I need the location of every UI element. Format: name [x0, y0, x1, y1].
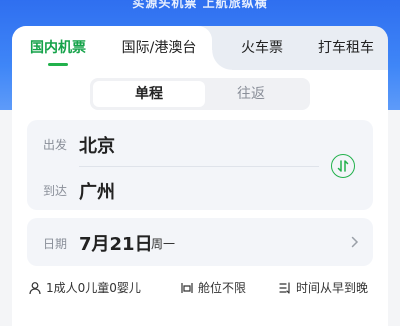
- arrival-label: 到达: [43, 184, 68, 198]
- chevron-right-icon: [351, 236, 359, 248]
- departure-city[interactable]: 北京: [79, 132, 115, 158]
- swap-arrows-icon[interactable]: [331, 154, 355, 178]
- tab-domestic-flights[interactable]: 国内机票: [26, 38, 90, 58]
- date-weekday: 周一: [151, 237, 176, 251]
- tab-train-tickets[interactable]: 火车票: [234, 38, 290, 58]
- sort-filter-label: 时间从早到晚: [296, 281, 369, 295]
- route-divider: [79, 166, 319, 167]
- one-way-option[interactable]: 单程: [93, 81, 205, 107]
- round-trip-option[interactable]: 往返: [195, 81, 307, 107]
- passenger-filter-label: 1成人0儿童0婴儿: [46, 281, 141, 295]
- trip-type-toggle: 单程 往返: [90, 78, 310, 110]
- arrival-city[interactable]: 广州: [79, 178, 115, 204]
- sort-icon: [279, 281, 290, 294]
- seat-icon: [181, 282, 193, 293]
- search-panel: 单程 往返 出发 北京 到达 广州 日期 7月21日 周一 1成人0儿童0婴儿 …: [12, 70, 388, 326]
- cabin-filter-label: 舱位不限: [198, 281, 247, 295]
- departure-label: 出发: [43, 138, 68, 152]
- hero-slogan: 买源头机票 上航旅纵横: [132, 0, 268, 10]
- route-box: 出发 北京 到达 广州: [27, 120, 373, 210]
- sort-filter[interactable]: 时间从早到晚: [278, 279, 368, 296]
- date-label: 日期: [43, 237, 68, 251]
- search-card: 国内机票 国际/港澳台 火车票 打车租车 单程 往返 出发 北京 到达 广州 日…: [12, 26, 388, 326]
- passenger-filter[interactable]: 1成人0儿童0婴儿: [28, 279, 141, 296]
- tab-international-flights[interactable]: 国际/港澳台: [117, 38, 201, 58]
- cabin-filter[interactable]: 舱位不限: [180, 279, 246, 296]
- service-tabs: 国内机票 国际/港澳台 火车票 打车租车: [12, 26, 388, 70]
- date-selector[interactable]: 日期 7月21日 周一: [27, 218, 373, 266]
- filter-bar: 1成人0儿童0婴儿 舱位不限 时间从早到晚: [12, 273, 388, 303]
- active-tab-indicator: [48, 63, 68, 66]
- date-value: 7月21日: [79, 234, 153, 255]
- person-icon: [29, 281, 41, 294]
- tab-taxi-car-rental[interactable]: 打车租车: [314, 38, 378, 58]
